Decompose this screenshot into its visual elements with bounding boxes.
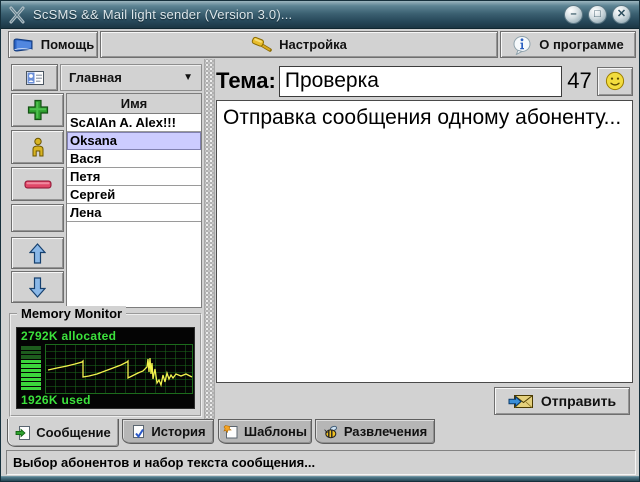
help-button[interactable]: Помощь bbox=[8, 31, 98, 58]
window-controls: – □ ✕ bbox=[564, 5, 631, 24]
tab-templates[interactable]: Шаблоны bbox=[218, 419, 312, 444]
contact-list: Имя ScAlAn A. Alex!!! Oksana Вася Петя С… bbox=[66, 93, 202, 308]
splitter-handle[interactable] bbox=[204, 59, 215, 419]
minimize-button[interactable]: – bbox=[564, 5, 583, 24]
memory-gauge bbox=[21, 346, 41, 390]
list-item[interactable]: Лена bbox=[67, 204, 201, 222]
list-item[interactable]: ScAlAn A. Alex!!! bbox=[67, 114, 201, 132]
move-down-button[interactable] bbox=[11, 271, 64, 303]
about-button[interactable]: О программе bbox=[500, 31, 636, 58]
memory-used-label: 1926K used bbox=[21, 393, 91, 407]
app-icon bbox=[8, 6, 26, 24]
page-blue-check-icon bbox=[130, 424, 146, 440]
memory-allocated-label: 2792K allocated bbox=[21, 329, 117, 343]
add-contact-button[interactable] bbox=[11, 93, 64, 127]
envelope-arrow-icon bbox=[508, 393, 534, 410]
bee-icon bbox=[323, 424, 339, 440]
list-item[interactable]: Сергей bbox=[67, 186, 201, 204]
toolbar: Помощь Настройка О программе bbox=[6, 30, 636, 59]
edit-contact-button[interactable] bbox=[11, 130, 64, 164]
settings-button[interactable]: Настройка bbox=[100, 31, 498, 58]
page-green-arrow-icon bbox=[15, 425, 31, 441]
list-item[interactable]: Петя bbox=[67, 168, 201, 186]
message-body-input[interactable]: Отправка сообщения одному абоненту... bbox=[216, 100, 633, 383]
titlebar[interactable]: ScSMS && Mail light sender (Version 3.0)… bbox=[1, 1, 639, 29]
settings-button-label: Настройка bbox=[279, 37, 347, 52]
gold-gavel-icon bbox=[251, 36, 272, 54]
tab-history[interactable]: История bbox=[122, 419, 214, 444]
group-selector-combobox[interactable]: Главная ▼ bbox=[60, 64, 202, 91]
chevron-down-icon: ▼ bbox=[183, 72, 193, 83]
close-button[interactable]: ✕ bbox=[612, 5, 631, 24]
tab-history-label: История bbox=[151, 424, 206, 439]
smiley-button[interactable] bbox=[597, 66, 633, 96]
move-up-button[interactable] bbox=[11, 237, 64, 269]
char-counter: 47 bbox=[567, 68, 592, 93]
list-item-selected[interactable]: Oksana bbox=[67, 132, 201, 150]
smiley-face-icon bbox=[605, 71, 625, 91]
tab-fun-label: Развлечения bbox=[343, 424, 428, 439]
blue-arrow-up-icon bbox=[29, 242, 46, 264]
send-button[interactable]: Отправить bbox=[494, 387, 630, 415]
empty-button bbox=[11, 204, 64, 232]
red-minus-icon bbox=[24, 180, 52, 189]
window-title: ScSMS && Mail light sender (Version 3.0)… bbox=[33, 7, 293, 22]
tab-message-label: Сообщение bbox=[36, 425, 111, 440]
tab-message[interactable]: Сообщение bbox=[7, 419, 119, 447]
info-bubble-icon bbox=[512, 35, 532, 55]
send-button-label: Отправить bbox=[540, 393, 617, 409]
send-bar: Отправить bbox=[216, 383, 633, 419]
gold-person-icon bbox=[29, 137, 47, 157]
subject-input[interactable] bbox=[278, 65, 562, 97]
memory-graph bbox=[45, 344, 193, 394]
subject-row: Тема: 47 bbox=[216, 63, 633, 99]
status-bar: Выбор абонентов и набор текста сообщения… bbox=[6, 450, 636, 475]
list-item[interactable]: Вася bbox=[67, 150, 201, 168]
group-selector-value: Главная bbox=[69, 70, 122, 85]
subject-label: Тема: bbox=[216, 68, 276, 93]
blue-arrow-down-icon bbox=[29, 276, 46, 298]
green-plus-icon bbox=[26, 98, 50, 122]
contact-card-icon bbox=[25, 70, 44, 85]
remove-contact-button[interactable] bbox=[11, 167, 64, 201]
tab-fun[interactable]: Развлечения bbox=[315, 419, 435, 444]
window-frame-bottom bbox=[1, 476, 639, 481]
memory-monitor-title: Memory Monitor bbox=[17, 306, 127, 321]
group-button[interactable] bbox=[11, 64, 58, 91]
tab-bar: Сообщение История Шаблоны Развлечения bbox=[1, 419, 639, 450]
blue-book-icon bbox=[12, 37, 34, 53]
contact-list-header: Имя bbox=[67, 94, 201, 114]
maximize-button[interactable]: □ bbox=[588, 5, 607, 24]
memory-monitor-group: Memory Monitor 2792K allocated 1926K use… bbox=[9, 306, 202, 417]
about-button-label: О программе bbox=[539, 37, 624, 52]
app-window: ScSMS && Mail light sender (Version 3.0)… bbox=[0, 0, 640, 482]
memory-monitor-panel: 2792K allocated 1926K used bbox=[16, 327, 195, 409]
page-orange-corner-icon bbox=[223, 424, 239, 440]
help-button-label: Помощь bbox=[40, 37, 95, 52]
tab-templates-label: Шаблоны bbox=[244, 424, 307, 439]
